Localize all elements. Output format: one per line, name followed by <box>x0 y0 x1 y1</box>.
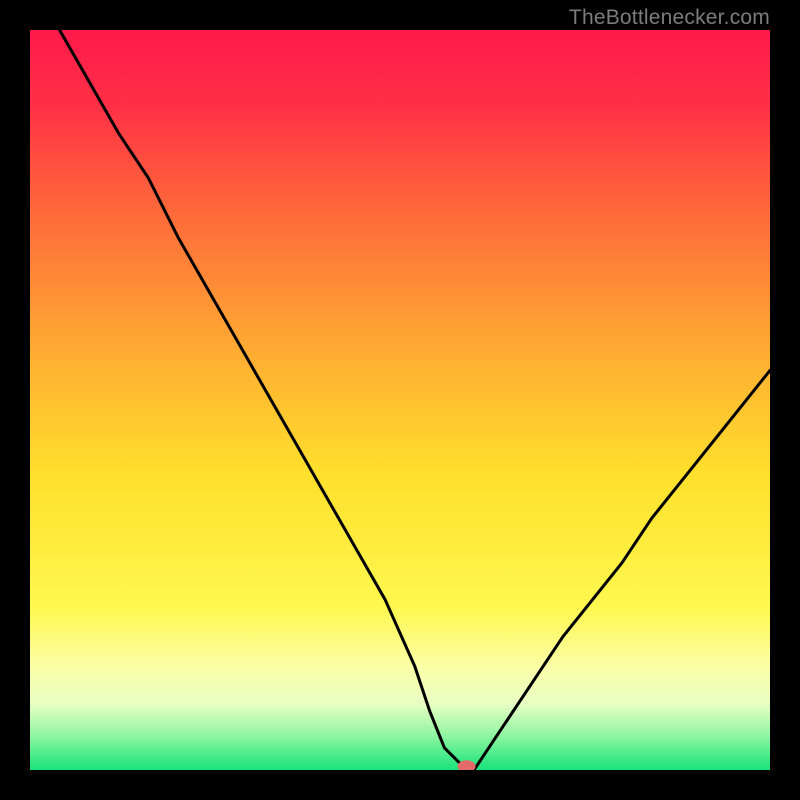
chart-frame: TheBottlenecker.com <box>0 0 800 800</box>
watermark-text: TheBottlenecker.com <box>569 6 770 30</box>
bottleneck-chart <box>30 30 770 770</box>
gradient-background <box>30 30 770 770</box>
plot-area <box>30 30 770 770</box>
